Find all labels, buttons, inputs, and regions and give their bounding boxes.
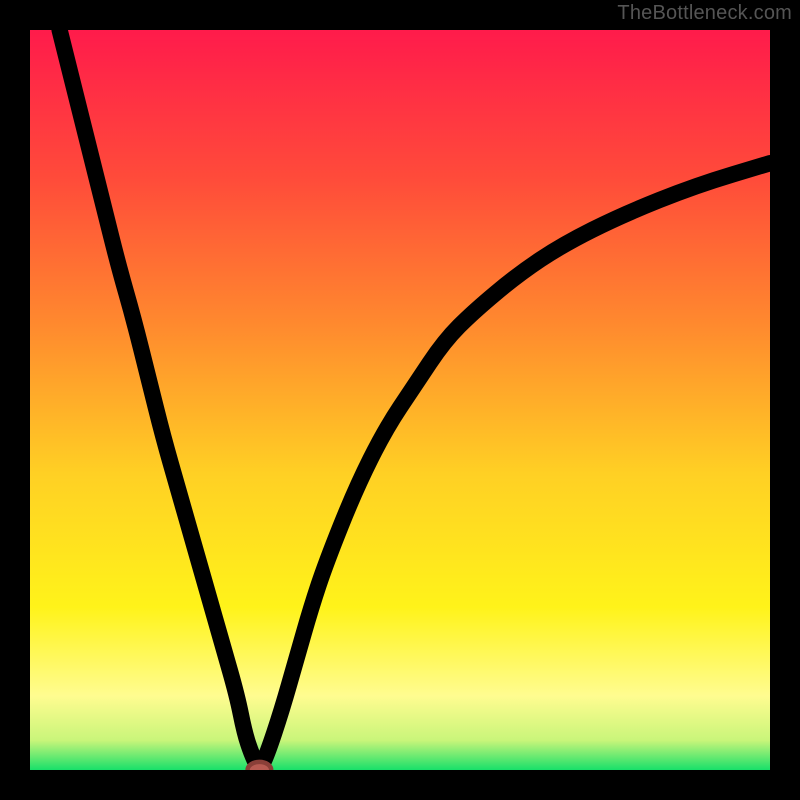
chart-frame: TheBottleneck.com	[0, 0, 800, 800]
plot-area	[30, 30, 770, 770]
optimal-point-marker	[248, 762, 272, 770]
plot-svg	[30, 30, 770, 770]
watermark-text: TheBottleneck.com	[617, 2, 792, 25]
